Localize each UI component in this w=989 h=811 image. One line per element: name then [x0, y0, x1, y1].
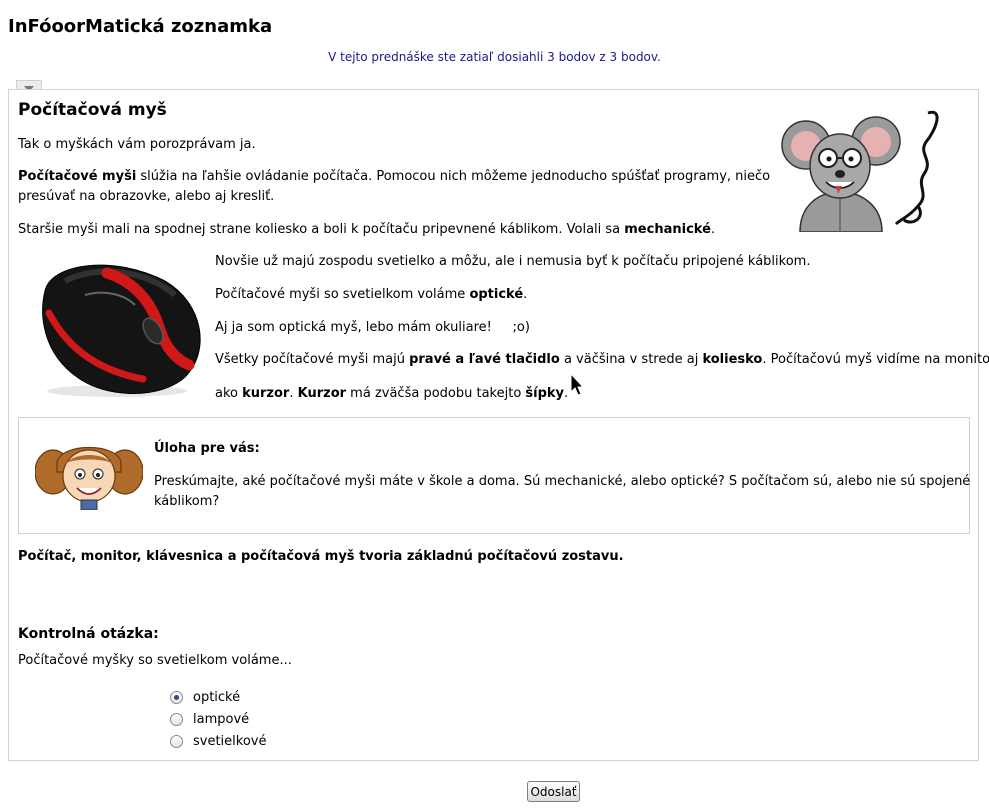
text-span: má zväčša podobu takejto: [346, 386, 526, 401]
text-span: .: [564, 386, 569, 401]
cartoon-girl-icon: [35, 434, 143, 510]
arrow-cursor-icon: [570, 373, 584, 397]
paragraph-mechanical: Staršie myši mali na spodnej strane koli…: [18, 220, 715, 240]
option-label: optické: [193, 689, 241, 705]
paragraph-glasses: Aj ja som optická myš, lebo mám okuliare…: [215, 320, 530, 335]
text-span: ako: [215, 386, 243, 401]
quiz-title: Kontrolná otázka:: [18, 626, 159, 642]
app-title: InFóoorMatická zoznamka: [8, 16, 273, 37]
option-label: lampové: [193, 711, 250, 727]
text-span: slúžia na ľahšie ovládanie počítača. Pom…: [136, 169, 771, 184]
text-span: Všetky počítačové myši majú: [215, 352, 410, 367]
quiz-option-0[interactable]: optické: [170, 688, 240, 706]
bold-term: pravé a ľavé tlačidlo: [409, 352, 560, 367]
option-label: svetielkové: [193, 733, 267, 749]
summary-text: Počítač, monitor, klávesnica a počítačov…: [18, 549, 624, 564]
paragraph-mouse-usage-line2: presúvať na obrazovke, alebo aj kresliť.: [18, 189, 275, 204]
bold-term: šípky: [525, 386, 565, 401]
text-span: Počítačové myši so svetielkom voláme: [215, 287, 470, 302]
computer-mouse-photo: [25, 255, 208, 400]
bold-term: kurzor: [242, 386, 290, 401]
radio-button[interactable]: [170, 734, 183, 748]
intro-text: Tak o myškách vám porozprávam ja.: [18, 137, 256, 152]
bold-term: optické: [469, 287, 524, 302]
paragraph-newer: Novšie už majú zospodu svetielko a môžu,…: [215, 254, 811, 269]
text-span: . Počítačovú myš vidíme na monitore v: [762, 352, 989, 367]
submit-button[interactable]: Odoslať: [527, 781, 580, 802]
text-span: .: [710, 222, 716, 237]
cartoon-mouse-glasses-icon: [776, 108, 964, 232]
text-span: a väčšina v strede aj: [559, 352, 703, 367]
quiz-option-2[interactable]: svetielkové: [170, 732, 267, 750]
task-text: Preskúmajte, aké počítačové myši máte v …: [154, 474, 971, 489]
quiz-question: Počítačové myšky so svetielkom voláme...: [18, 653, 292, 668]
text-span: .: [289, 386, 298, 401]
bold-term: mechanické: [624, 222, 711, 237]
paragraph-optical: Počítačové myši so svetielkom voláme opt…: [215, 285, 527, 305]
radio-button-selected[interactable]: [170, 690, 183, 704]
quiz-option-1[interactable]: lampové: [170, 710, 249, 728]
bold-term: Kurzor: [297, 386, 347, 401]
radio-button[interactable]: [170, 712, 183, 726]
progress-message: V tejto prednáške ste zatiaľ dosiahli 3 …: [328, 50, 661, 64]
bold-term: koliesko: [702, 352, 763, 367]
text-span: Staršie myši mali na spodnej strane koli…: [18, 222, 625, 237]
paragraph-mouse-usage: Počítačové myši slúžia na ľahšie ovládan…: [18, 167, 773, 187]
text-span: .: [523, 287, 528, 302]
task-text-line2: káblikom?: [154, 494, 220, 509]
paragraph-cursor: ako kurzor. Kurzor má zväčša podobu take…: [215, 384, 568, 404]
bold-term: Počítačové myši: [18, 169, 137, 184]
lesson-title: Počítačová myš: [18, 100, 167, 120]
task-title: Úloha pre vás:: [154, 441, 260, 456]
paragraph-buttons: Všetky počítačové myši majú pravé a ľavé…: [215, 350, 989, 370]
